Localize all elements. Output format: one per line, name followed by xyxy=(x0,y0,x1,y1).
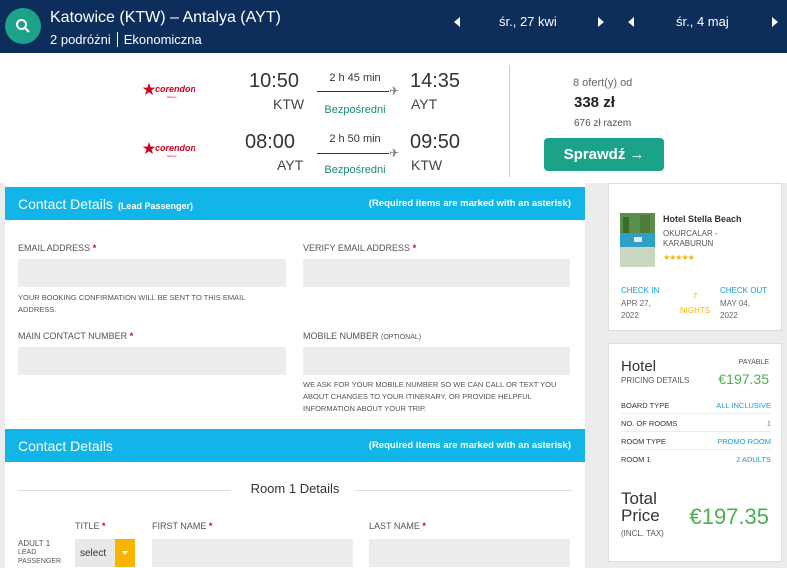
adult-label: ADULT 1 LEAD PASSENGER xyxy=(18,539,62,565)
check-in-date: APR 27, 2022 xyxy=(621,299,651,320)
check-out-date: MAY 04, 2022 xyxy=(720,299,750,320)
divider xyxy=(18,490,231,491)
inbound-stops: Bezpośredni xyxy=(324,164,386,176)
title-label: TITLE * xyxy=(75,521,106,531)
offers-count: 8 ofert(y) od xyxy=(573,77,633,89)
inbound-route-line xyxy=(317,153,389,154)
mobile-number-field[interactable] xyxy=(303,347,570,375)
mobile-note: WE ASK FOR YOUR MOBILE NUMBER SO WE CAN … xyxy=(303,380,557,413)
total-price-amount: €197.35 xyxy=(689,504,769,529)
required-note: (Required items are marked with an aster… xyxy=(368,198,571,209)
lead-passenger-note: (Lead Passenger) xyxy=(117,201,193,211)
inbound-arrival-time: 09:50 xyxy=(410,131,461,153)
hotel-amount: €197.35 xyxy=(718,371,769,387)
divider xyxy=(621,413,771,414)
inbound-departure-time: 08:00 xyxy=(245,131,296,153)
price-total: 676 zł razem xyxy=(574,118,632,129)
tax-note: (INCL. TAX) xyxy=(621,529,664,538)
card-divider xyxy=(509,65,510,177)
pricing-subheading: PRICING DETAILS xyxy=(621,376,690,385)
hotel-summary-card: Hotel Stella Beach OKURCALAR - KARABURUN … xyxy=(608,183,782,331)
hotel-image xyxy=(620,213,655,267)
arrow-right-icon: → xyxy=(629,146,645,163)
outbound-departure-time: 10:50 xyxy=(249,70,300,92)
svg-text:airlines: airlines xyxy=(167,154,177,158)
depart-next-arrow-icon[interactable] xyxy=(598,17,604,27)
outbound-duration: 2 h 45 min xyxy=(329,72,381,84)
outbound-arrival-time: 14:35 xyxy=(410,70,461,92)
divider xyxy=(621,431,771,432)
passenger-section-header: Contact Details (Required items are mark… xyxy=(5,429,585,462)
inbound-duration: 2 h 50 min xyxy=(329,133,381,145)
chevron-down-icon xyxy=(115,539,135,567)
flight-result-card[interactable]: corendon airlines 10:50 KTW 2 h 45 min ✈… xyxy=(0,53,787,183)
return-date[interactable]: śr., 4 maj xyxy=(676,14,729,29)
title-select[interactable]: select xyxy=(75,539,135,567)
check-in-label: CHECK IN xyxy=(621,286,660,295)
mobile-label: MOBILE NUMBER (OPTIONAL) xyxy=(303,331,422,341)
svg-text:corendon: corendon xyxy=(155,143,195,153)
first-name-label: FIRST NAME * xyxy=(152,521,213,531)
inbound-departure-code: AYT xyxy=(277,157,304,173)
corendon-logo: corendon airlines xyxy=(143,83,195,99)
depart-date[interactable]: śr., 27 kwi xyxy=(499,14,557,29)
search-button[interactable] xyxy=(5,8,41,44)
email-field[interactable] xyxy=(18,259,286,287)
inbound-arrival-code: KTW xyxy=(411,157,443,173)
hotel-name: Hotel Stella Beach xyxy=(663,214,742,224)
search-summary-bar[interactable]: Katowice (KTW) – Antalya (AYT) 2 podróżn… xyxy=(0,0,787,53)
plane-icon: ✈ xyxy=(389,146,400,160)
first-name-field[interactable] xyxy=(152,539,353,567)
title-select-value: select xyxy=(80,547,107,559)
section-title: Contact Details xyxy=(18,196,113,212)
pricing-row: BOARD TYPE ALL INCLUSIVE xyxy=(621,401,771,410)
pricing-row: NO. OF ROOMS 1 xyxy=(621,419,771,428)
divider xyxy=(355,490,572,491)
hotel-location: OKURCALAR - KARABURUN xyxy=(663,229,718,248)
return-prev-arrow-icon[interactable] xyxy=(628,17,634,27)
price-per-person: 338 zł xyxy=(574,94,615,111)
nights-count: 7 NIGHTS xyxy=(679,292,711,315)
room-title: Room 1 Details xyxy=(250,481,340,496)
divider xyxy=(621,449,771,450)
check-offer-label: Sprawdź xyxy=(563,146,626,163)
cabin-class: Ekonomiczna xyxy=(123,32,202,47)
corendon-logo: corendon airlines xyxy=(143,142,195,158)
main-number-label: MAIN CONTACT NUMBER * xyxy=(18,331,134,341)
pricing-row: ROOM 12 ADULTS xyxy=(621,455,771,464)
booking-form: Contact Details (Lead Passenger) (Require… xyxy=(5,183,585,568)
total-price-label: Total Price xyxy=(621,489,660,525)
section-title: Contact Details xyxy=(18,438,113,454)
svg-text:airlines: airlines xyxy=(167,95,177,99)
room-details-heading: Room 1 Details xyxy=(5,481,585,496)
verify-email-label: VERIFY EMAIL ADDRESS * xyxy=(303,243,417,253)
contact-section-header: Contact Details (Lead Passenger) (Require… xyxy=(5,187,585,220)
travellers-count: 2 podróżni xyxy=(50,32,111,47)
main-number-field[interactable] xyxy=(18,347,286,375)
payable-label: PAYABLE xyxy=(738,359,769,366)
svg-text:corendon: corendon xyxy=(155,84,195,94)
check-offer-button[interactable]: Sprawdź → xyxy=(544,138,664,171)
required-note: (Required items are marked with an aster… xyxy=(368,440,571,451)
plane-icon: ✈ xyxy=(389,84,400,98)
check-out-label: CHECK OUT xyxy=(720,286,768,295)
pricing-heading: Hotel xyxy=(621,358,657,375)
outbound-stops: Bezpośredni xyxy=(324,104,386,116)
depart-prev-arrow-icon[interactable] xyxy=(454,17,460,27)
star-rating: ★★★★★ xyxy=(663,253,695,262)
outbound-route-line xyxy=(317,91,389,92)
outbound-departure-code: KTW xyxy=(273,96,305,112)
return-next-arrow-icon[interactable] xyxy=(772,17,778,27)
pricing-card: Hotel PRICING DETAILS PAYABLE €197.35 BO… xyxy=(608,343,782,562)
search-icon xyxy=(16,19,30,33)
email-note: YOUR BOOKING CONFIRMATION WILL BE SENT T… xyxy=(18,293,246,314)
last-name-field[interactable] xyxy=(369,539,570,567)
last-name-label: LAST NAME * xyxy=(369,521,426,531)
outbound-arrival-code: AYT xyxy=(411,96,438,112)
pricing-row: ROOM TYPE PROMO ROOM xyxy=(621,437,771,446)
separator xyxy=(116,32,118,47)
route-title: Katowice (KTW) – Antalya (AYT) xyxy=(50,9,281,26)
email-label: EMAIL ADDRESS * xyxy=(18,243,97,253)
verify-email-field[interactable] xyxy=(303,259,570,287)
